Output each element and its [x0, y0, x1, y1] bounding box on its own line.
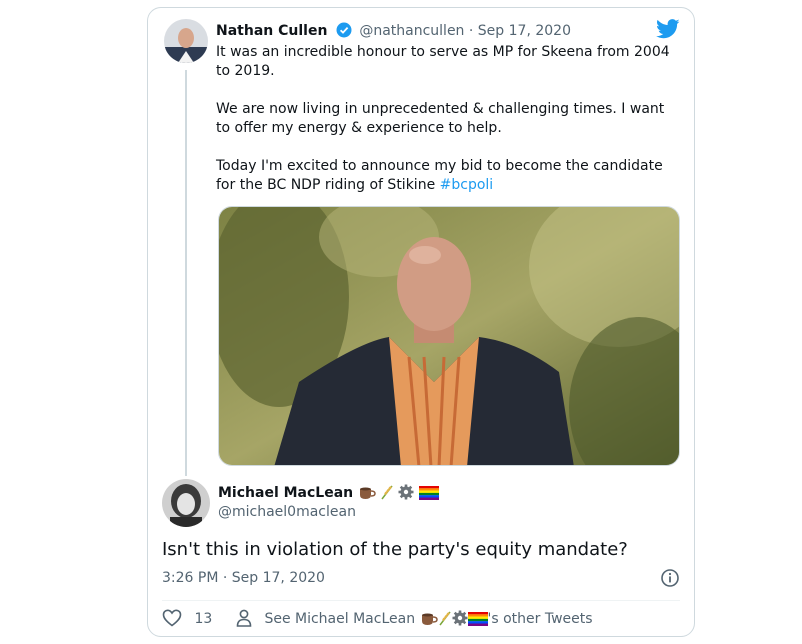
wheat-emoji [380, 484, 394, 504]
info-icon[interactable] [660, 568, 680, 588]
reply-author-avatar[interactable] [162, 479, 210, 527]
header-separator: · [468, 23, 474, 39]
rainbow-flag-emoji [467, 612, 488, 630]
verified-badge-icon [336, 22, 352, 42]
gear-emoji [452, 610, 468, 630]
tweet-body: It was an incredible honour to serve as … [216, 43, 676, 214]
like-count: 13 [194, 611, 213, 627]
gear-emoji [398, 484, 414, 504]
see-tweets-suffix: 's other Tweets [487, 611, 593, 627]
action-divider [162, 600, 680, 601]
tweet-video-thumbnail[interactable] [218, 206, 680, 466]
tweet-paragraph: Today I'm excited to announce my bid to … [216, 157, 676, 195]
author-avatar[interactable] [164, 19, 208, 63]
tweet-paragraph: We are now living in unprecedented & cha… [216, 101, 665, 136]
wheat-emoji [438, 610, 452, 630]
twitter-bird-icon[interactable] [656, 19, 680, 39]
thread-connector-line [185, 70, 187, 476]
person-icon [236, 609, 252, 627]
author-name[interactable]: Nathan Cullen [216, 23, 327, 39]
hashtag-link[interactable]: #bcpoli [440, 177, 494, 193]
like-button[interactable]: 13 [162, 609, 212, 627]
reply-author-handle[interactable]: @michael0maclean [218, 504, 356, 520]
see-other-tweets-link[interactable]: See Michael MacLean 's other Tweets [236, 609, 593, 630]
reply-tweet-text: Isn't this in violation of the party's e… [162, 539, 628, 560]
reply-timestamp[interactable]: 3:26 PM · Sep 17, 2020 [162, 570, 325, 586]
rainbow-flag-emoji [418, 486, 439, 504]
author-handle[interactable]: @nathancullen [359, 23, 464, 39]
tweet-date[interactable]: Sep 17, 2020 [478, 23, 571, 39]
tweet-paragraph: It was an incredible honour to serve as … [216, 44, 670, 79]
coffee-emoji [358, 484, 376, 504]
heart-icon [162, 609, 182, 627]
coffee-emoji [420, 610, 438, 630]
embedded-tweet-card: Nathan Cullen @nathancullen · Sep 17, 20… [147, 7, 695, 637]
reply-author-name[interactable]: Michael MacLean [218, 485, 353, 501]
see-tweets-prefix: See Michael MacLean [264, 611, 416, 627]
